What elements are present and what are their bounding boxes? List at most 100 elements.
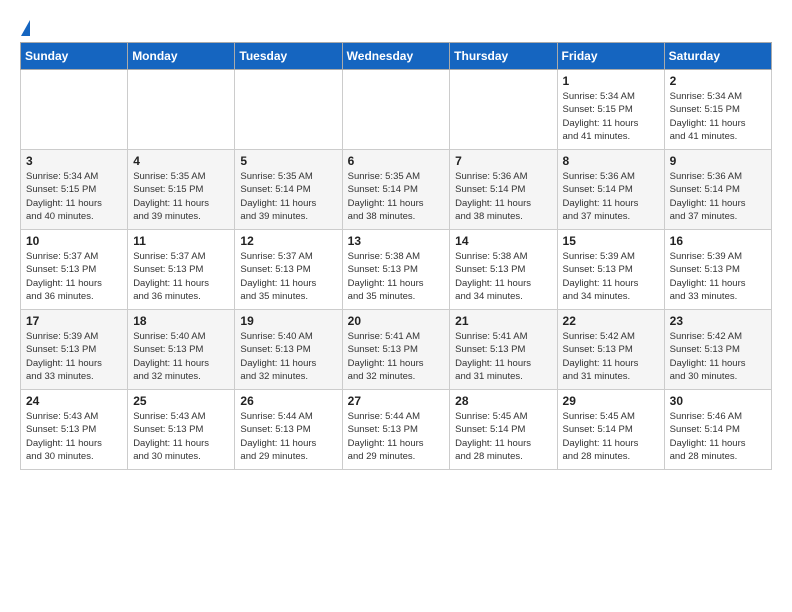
weekday-header-saturday: Saturday [664,43,771,70]
calendar-cell: 27Sunrise: 5:44 AM Sunset: 5:13 PM Dayli… [342,390,450,470]
calendar-cell: 11 Sunrise: 5:37 AM Sunset: 5:13 PM Dayli… [128,230,235,310]
calendar-week-3: 17 Sunrise: 5:39 AM Sunset: 5:13 PM Dayli… [21,310,772,390]
day-number: 8 [563,154,659,168]
day-info: Sunrise: 5:42 AM Sunset: 5:13 PM Dayligh… [563,330,659,383]
day-info: Sunrise: 5:35 AM Sunset: 5:14 PM Dayligh… [240,170,336,223]
day-info: Sunrise: 5:38 AM Sunset: 5:13 PM Dayligh… [348,250,445,303]
calendar-cell [342,70,450,150]
day-info: Sunrise: 5:43 AM Sunset: 5:13 PM Dayligh… [26,410,122,463]
calendar-cell: 12 Sunrise: 5:37 AM Sunset: 5:13 PM Dayli… [235,230,342,310]
day-info: Sunrise: 5:34 AM Sunset: 5:15 PM Dayligh… [563,90,659,143]
day-info: Sunrise: 5:45 AM Sunset: 5:14 PM Dayligh… [563,410,659,463]
day-number: 13 [348,234,445,248]
day-info: Sunrise: 5:34 AM Sunset: 5:15 PM Dayligh… [670,90,766,143]
day-info: Sunrise: 5:36 AM Sunset: 5:14 PM Dayligh… [670,170,766,223]
day-number: 25 [133,394,229,408]
logo-triangle [21,20,30,36]
day-info: Sunrise: 5:36 AM Sunset: 5:14 PM Dayligh… [563,170,659,223]
logo [20,20,30,34]
calendar-cell: 28 Sunrise: 5:45 AM Sunset: 5:14 PM Dayli… [450,390,557,470]
calendar-week-1: 3 Sunrise: 5:34 AM Sunset: 5:15 PM Daylig… [21,150,772,230]
day-info: Sunrise: 5:39 AM Sunset: 5:13 PM Dayligh… [563,250,659,303]
calendar-cell: 23 Sunrise: 5:42 AM Sunset: 5:13 PM Dayli… [664,310,771,390]
calendar-cell: 26 Sunrise: 5:44 AM Sunset: 5:13 PM Dayli… [235,390,342,470]
day-number: 9 [670,154,766,168]
day-info: Sunrise: 5:35 AM Sunset: 5:14 PM Dayligh… [348,170,445,223]
calendar-cell: 4 Sunrise: 5:35 AM Sunset: 5:15 PM Daylig… [128,150,235,230]
calendar-cell: 6Sunrise: 5:35 AM Sunset: 5:14 PM Daylig… [342,150,450,230]
calendar-cell: 3 Sunrise: 5:34 AM Sunset: 5:15 PM Daylig… [21,150,128,230]
day-number: 5 [240,154,336,168]
calendar-cell: 5 Sunrise: 5:35 AM Sunset: 5:14 PM Daylig… [235,150,342,230]
day-info: Sunrise: 5:40 AM Sunset: 5:13 PM Dayligh… [240,330,336,383]
day-info: Sunrise: 5:42 AM Sunset: 5:13 PM Dayligh… [670,330,766,383]
day-info: Sunrise: 5:39 AM Sunset: 5:13 PM Dayligh… [670,250,766,303]
day-number: 11 [133,234,229,248]
calendar-cell: 2Sunrise: 5:34 AM Sunset: 5:15 PM Daylig… [664,70,771,150]
calendar-cell: 16 Sunrise: 5:39 AM Sunset: 5:13 PM Dayli… [664,230,771,310]
weekday-header-friday: Friday [557,43,664,70]
calendar-week-0: 1 Sunrise: 5:34 AM Sunset: 5:15 PM Daylig… [21,70,772,150]
day-info: Sunrise: 5:37 AM Sunset: 5:13 PM Dayligh… [133,250,229,303]
calendar-cell: 25Sunrise: 5:43 AM Sunset: 5:13 PM Dayli… [128,390,235,470]
calendar-cell: 21 Sunrise: 5:41 AM Sunset: 5:13 PM Dayli… [450,310,557,390]
calendar-table: SundayMondayTuesdayWednesdayThursdayFrid… [20,42,772,470]
day-number: 23 [670,314,766,328]
day-number: 17 [26,314,122,328]
day-info: Sunrise: 5:39 AM Sunset: 5:13 PM Dayligh… [26,330,122,383]
calendar-cell [450,70,557,150]
calendar-cell: 30 Sunrise: 5:46 AM Sunset: 5:14 PM Dayli… [664,390,771,470]
day-info: Sunrise: 5:45 AM Sunset: 5:14 PM Dayligh… [455,410,551,463]
page-header [20,16,772,34]
day-number: 30 [670,394,766,408]
day-info: Sunrise: 5:41 AM Sunset: 5:13 PM Dayligh… [455,330,551,383]
day-number: 28 [455,394,551,408]
day-number: 1 [563,74,659,88]
day-info: Sunrise: 5:44 AM Sunset: 5:13 PM Dayligh… [240,410,336,463]
day-number: 18 [133,314,229,328]
day-number: 19 [240,314,336,328]
calendar-cell [128,70,235,150]
calendar-cell: 9 Sunrise: 5:36 AM Sunset: 5:14 PM Daylig… [664,150,771,230]
calendar-cell: 20Sunrise: 5:41 AM Sunset: 5:13 PM Dayli… [342,310,450,390]
day-number: 4 [133,154,229,168]
calendar-body: 1 Sunrise: 5:34 AM Sunset: 5:15 PM Daylig… [21,70,772,470]
weekday-header-thursday: Thursday [450,43,557,70]
day-number: 21 [455,314,551,328]
day-number: 27 [348,394,445,408]
weekday-header-tuesday: Tuesday [235,43,342,70]
calendar-cell: 15 Sunrise: 5:39 AM Sunset: 5:13 PM Dayli… [557,230,664,310]
day-number: 12 [240,234,336,248]
day-number: 15 [563,234,659,248]
calendar-header: SundayMondayTuesdayWednesdayThursdayFrid… [21,43,772,70]
day-info: Sunrise: 5:41 AM Sunset: 5:13 PM Dayligh… [348,330,445,383]
calendar-cell [235,70,342,150]
day-number: 10 [26,234,122,248]
calendar-cell: 13 Sunrise: 5:38 AM Sunset: 5:13 PM Dayli… [342,230,450,310]
day-info: Sunrise: 5:46 AM Sunset: 5:14 PM Dayligh… [670,410,766,463]
calendar-cell: 14Sunrise: 5:38 AM Sunset: 5:13 PM Dayli… [450,230,557,310]
day-number: 22 [563,314,659,328]
calendar-cell: 1 Sunrise: 5:34 AM Sunset: 5:15 PM Daylig… [557,70,664,150]
day-number: 26 [240,394,336,408]
calendar-cell: 17 Sunrise: 5:39 AM Sunset: 5:13 PM Dayli… [21,310,128,390]
day-number: 7 [455,154,551,168]
calendar-cell: 8 Sunrise: 5:36 AM Sunset: 5:14 PM Daylig… [557,150,664,230]
day-number: 24 [26,394,122,408]
calendar-cell: 24 Sunrise: 5:43 AM Sunset: 5:13 PM Dayli… [21,390,128,470]
calendar-cell [21,70,128,150]
calendar-cell: 29Sunrise: 5:45 AM Sunset: 5:14 PM Dayli… [557,390,664,470]
calendar-week-4: 24 Sunrise: 5:43 AM Sunset: 5:13 PM Dayli… [21,390,772,470]
day-number: 14 [455,234,551,248]
day-info: Sunrise: 5:35 AM Sunset: 5:15 PM Dayligh… [133,170,229,223]
weekday-header-sunday: Sunday [21,43,128,70]
day-info: Sunrise: 5:34 AM Sunset: 5:15 PM Dayligh… [26,170,122,223]
day-number: 3 [26,154,122,168]
calendar-cell: 7 Sunrise: 5:36 AM Sunset: 5:14 PM Daylig… [450,150,557,230]
calendar-week-2: 10 Sunrise: 5:37 AM Sunset: 5:13 PM Dayli… [21,230,772,310]
day-number: 16 [670,234,766,248]
day-info: Sunrise: 5:37 AM Sunset: 5:13 PM Dayligh… [240,250,336,303]
weekday-header-row: SundayMondayTuesdayWednesdayThursdayFrid… [21,43,772,70]
weekday-header-monday: Monday [128,43,235,70]
day-info: Sunrise: 5:36 AM Sunset: 5:14 PM Dayligh… [455,170,551,223]
